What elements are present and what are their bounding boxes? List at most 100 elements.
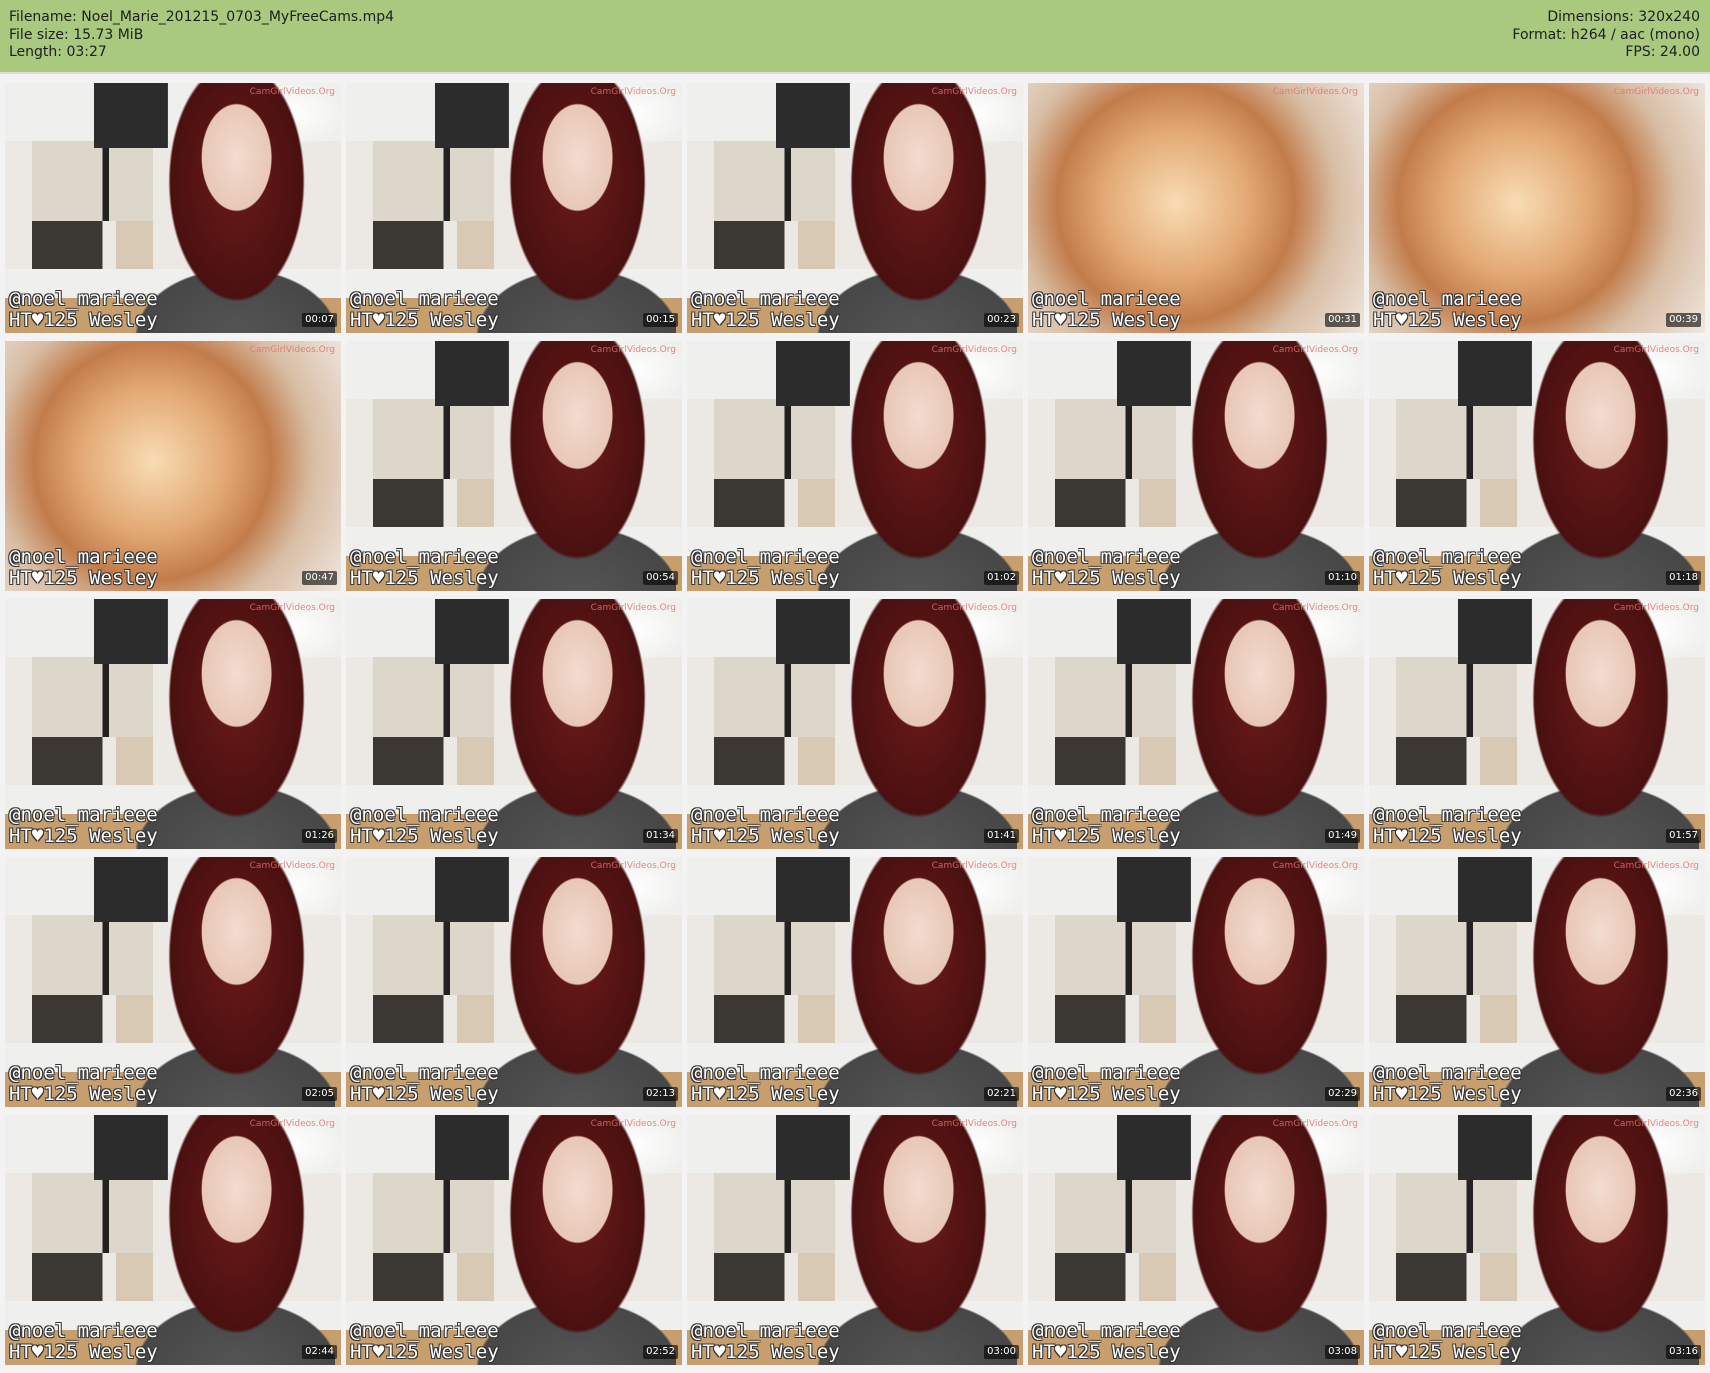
thumbnail-frame[interactable]: CamGirlVideos.Org @noel_marieee HT♥125 Wes… (5, 857, 341, 1107)
person-figure (812, 1115, 1017, 1365)
fps-text: FPS: 24.00 (1625, 44, 1700, 60)
watermark-text: CamGirlVideos.Org (590, 861, 676, 871)
caption-tip-line: HT♥125 Wesley (1032, 567, 1181, 589)
timestamp-badge: 01:49 (1325, 829, 1360, 843)
thumbnail-frame[interactable]: CamGirlVideos.Org @noel_marieee HT♥125 Wes… (1369, 341, 1705, 591)
thumbnail-frame[interactable]: CamGirlVideos.Org @noel_marieee HT♥125 Wes… (1028, 1115, 1364, 1365)
thumbnail-frame[interactable]: CamGirlVideos.Org @noel_marieee HT♥125 Wes… (687, 341, 1023, 591)
person-figure (812, 341, 1017, 591)
watermark-text: CamGirlVideos.Org (1272, 1119, 1358, 1129)
format-text: Format: h264 / aac (mono) (1512, 26, 1700, 43)
caption-tip-line: HT♥125 Wesley (1373, 1341, 1522, 1363)
person-figure (1153, 341, 1358, 591)
watermark-text: CamGirlVideos.Org (1613, 345, 1699, 355)
caption-handle: @noel_marieee (1032, 1062, 1181, 1084)
timestamp-badge: 01:18 (1666, 571, 1701, 585)
person-figure (130, 599, 335, 849)
thumbnail-frame[interactable]: CamGirlVideos.Org @noel_marieee HT♥125 Wes… (1369, 83, 1705, 333)
person-figure (471, 599, 676, 849)
thumbnail-frame[interactable]: CamGirlVideos.Org @noel_marieee HT♥125 Wes… (346, 857, 682, 1107)
caption-handle: @noel_marieee (9, 288, 158, 310)
caption-tip-line: HT♥125 Wesley (350, 1083, 499, 1105)
watermark-text: CamGirlVideos.Org (931, 345, 1017, 355)
thumbnail-frame[interactable]: CamGirlVideos.Org @noel_marieee HT♥125 Wes… (1369, 857, 1705, 1107)
person-figure (1494, 599, 1699, 849)
watermark-text: CamGirlVideos.Org (249, 603, 335, 613)
thumbnail-frame[interactable]: CamGirlVideos.Org @noel_marieee HT♥125 Wes… (5, 599, 341, 849)
person-figure (812, 857, 1017, 1107)
thumbnail-frame[interactable]: CamGirlVideos.Org @noel_marieee HT♥125 Wes… (346, 341, 682, 591)
timestamp-badge: 03:00 (984, 1345, 1019, 1359)
person-figure (1494, 341, 1699, 591)
caption-handle: @noel_marieee (9, 1062, 158, 1084)
timestamp-badge: 01:57 (1666, 829, 1701, 843)
watermark-text: CamGirlVideos.Org (1272, 345, 1358, 355)
watermark-text: CamGirlVideos.Org (1613, 603, 1699, 613)
caption-tip-line: HT♥125 Wesley (350, 1341, 499, 1363)
caption-tip-line: HT♥125 Wesley (1373, 825, 1522, 847)
watermark-text: CamGirlVideos.Org (1272, 603, 1358, 613)
watermark-text: CamGirlVideos.Org (590, 345, 676, 355)
thumbnail-frame[interactable]: CamGirlVideos.Org @noel_marieee HT♥125 Wes… (346, 1115, 682, 1365)
thumbnail-frame[interactable]: CamGirlVideos.Org @noel_marieee HT♥125 Wes… (5, 341, 341, 591)
caption-handle: @noel_marieee (9, 1320, 158, 1342)
thumbnail-frame[interactable]: CamGirlVideos.Org @noel_marieee HT♥125 Wes… (1028, 599, 1364, 849)
caption-handle: @noel_marieee (9, 804, 158, 826)
timestamp-badge: 02:05 (302, 1087, 337, 1101)
timestamp-badge: 02:21 (984, 1087, 1019, 1101)
caption-handle: @noel_marieee (1373, 546, 1522, 568)
watermark-text: CamGirlVideos.Org (931, 87, 1017, 97)
thumbnail-frame[interactable]: CamGirlVideos.Org @noel_marieee HT♥125 Wes… (1369, 1115, 1705, 1365)
caption-tip-line: HT♥125 Wesley (1032, 1341, 1181, 1363)
caption-tip-line: HT♥125 Wesley (350, 309, 499, 331)
caption-tip-line: HT♥125 Wesley (350, 825, 499, 847)
thumbnail-frame[interactable]: CamGirlVideos.Org @noel_marieee HT♥125 Wes… (346, 83, 682, 333)
person-figure (1494, 1115, 1699, 1365)
caption-handle: @noel_marieee (350, 288, 499, 310)
watermark-text: CamGirlVideos.Org (249, 87, 335, 97)
filesize-text: File size: 15.73 MiB (9, 26, 144, 43)
caption-tip-line: HT♥125 Wesley (1032, 825, 1181, 847)
thumbnail-frame[interactable]: CamGirlVideos.Org @noel_marieee HT♥125 Wes… (1369, 599, 1705, 849)
person-figure (130, 857, 335, 1107)
person-figure (1153, 857, 1358, 1107)
person-figure (471, 857, 676, 1107)
file-info-right: Dimensions: 320x240 Format: h264 / aac (… (1512, 9, 1700, 62)
thumbnail-frame[interactable]: CamGirlVideos.Org @noel_marieee HT♥125 Wes… (346, 599, 682, 849)
header-divider (0, 72, 1710, 74)
thumbnail-frame[interactable]: CamGirlVideos.Org @noel_marieee HT♥125 Wes… (687, 857, 1023, 1107)
watermark-text: CamGirlVideos.Org (590, 1119, 676, 1129)
caption-handle: @noel_marieee (691, 1062, 840, 1084)
thumbnail-frame[interactable]: CamGirlVideos.Org @noel_marieee HT♥125 Wes… (5, 1115, 341, 1365)
timestamp-badge: 00:39 (1666, 313, 1701, 327)
filename-text: Filename: Noel_Marie_201215_0703_MyFreeC… (9, 9, 395, 25)
thumbnail-frame[interactable]: CamGirlVideos.Org @noel_marieee HT♥125 Wes… (687, 83, 1023, 333)
caption-tip-line: HT♥125 Wesley (691, 825, 840, 847)
watermark-text: CamGirlVideos.Org (1613, 1119, 1699, 1129)
caption-handle: @noel_marieee (691, 546, 840, 568)
timestamp-badge: 02:52 (643, 1345, 678, 1359)
caption-handle: @noel_marieee (350, 546, 499, 568)
timestamp-badge: 02:44 (302, 1345, 337, 1359)
watermark-text: CamGirlVideos.Org (590, 87, 676, 97)
thumbnail-frame[interactable]: CamGirlVideos.Org @noel_marieee HT♥125 Wes… (687, 599, 1023, 849)
caption-handle: @noel_marieee (1373, 1062, 1522, 1084)
caption-tip-line: HT♥125 Wesley (1373, 1083, 1522, 1105)
thumbnail-frame[interactable]: CamGirlVideos.Org @noel_marieee HT♥125 Wes… (1028, 857, 1364, 1107)
timestamp-badge: 00:31 (1325, 313, 1360, 327)
timestamp-badge: 00:15 (643, 313, 678, 327)
caption-handle: @noel_marieee (1032, 288, 1181, 310)
thumbnail-frame[interactable]: CamGirlVideos.Org @noel_marieee HT♥125 Wes… (1028, 83, 1364, 333)
thumbnail-frame[interactable]: CamGirlVideos.Org @noel_marieee HT♥125 Wes… (5, 83, 341, 333)
thumbnail-frame[interactable]: CamGirlVideos.Org @noel_marieee HT♥125 Wes… (687, 1115, 1023, 1365)
thumbnail-frame[interactable]: CamGirlVideos.Org @noel_marieee HT♥125 Wes… (1028, 341, 1364, 591)
caption-handle: @noel_marieee (1373, 1320, 1522, 1342)
caption-handle: @noel_marieee (691, 288, 840, 310)
watermark-text: CamGirlVideos.Org (249, 345, 335, 355)
watermark-text: CamGirlVideos.Org (1272, 861, 1358, 871)
caption-handle: @noel_marieee (1373, 288, 1522, 310)
person-figure (812, 599, 1017, 849)
watermark-text: CamGirlVideos.Org (249, 861, 335, 871)
file-info-header: Filename: Noel_Marie_201215_0703_MyFreeC… (0, 0, 1710, 72)
person-figure (1153, 1115, 1358, 1365)
